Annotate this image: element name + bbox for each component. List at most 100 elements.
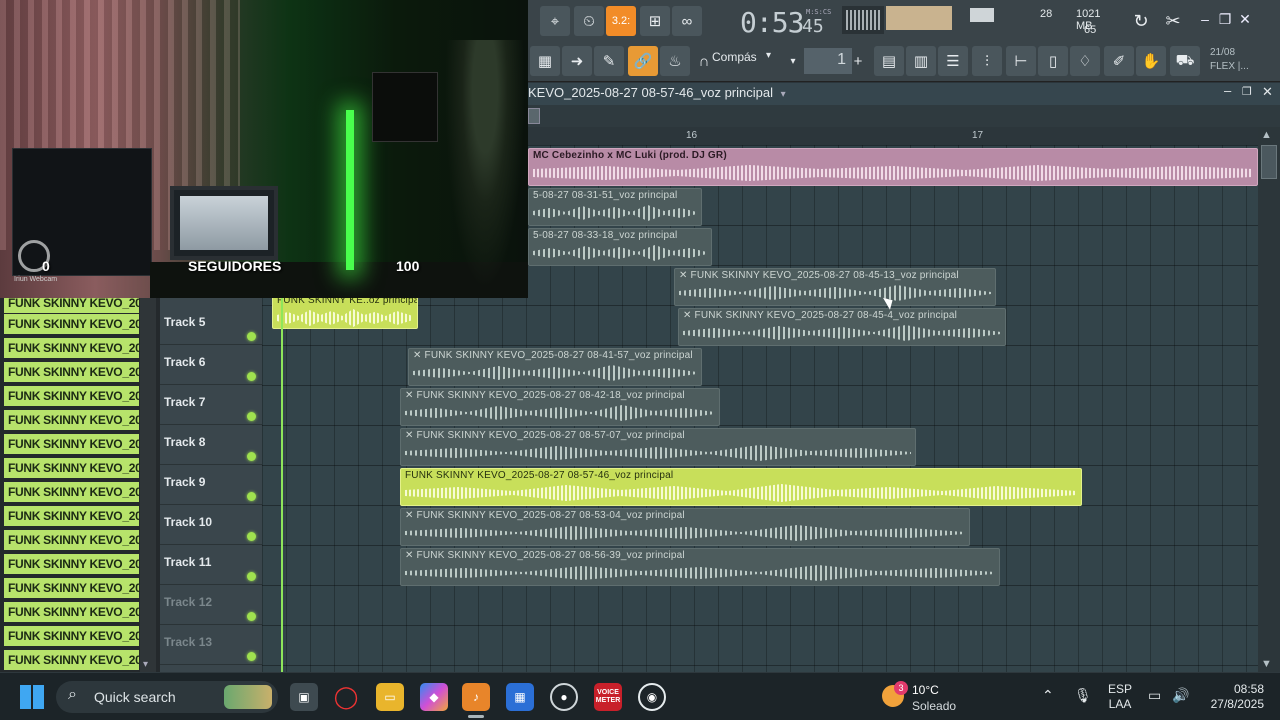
horizontal-scrollbar[interactable] <box>528 105 1280 127</box>
piano-roll-icon[interactable]: ▦ <box>530 46 560 76</box>
audio-clip[interactable]: 5-08-27 08-31-51_voz principal <box>528 188 702 226</box>
faders-icon[interactable]: ⫶ <box>972 46 1002 76</box>
tempo-button[interactable]: 3.2: <box>606 6 636 36</box>
master-volume-meter[interactable] <box>886 6 952 30</box>
webcam-app-icon[interactable]: ◉ <box>638 683 666 711</box>
track-mute-led[interactable] <box>247 532 256 541</box>
audio-clip[interactable]: FUNK SKINNY KEVO_2025-08-27 08-57-46_voz… <box>400 468 1082 506</box>
news-date[interactable]: 21/08 FLEX |... <box>1210 46 1249 74</box>
playlist-restore-button[interactable]: ❐ <box>1242 85 1252 98</box>
song-time-display[interactable]: 0:53 M:S:CS 45 <box>740 4 831 39</box>
track-mute-led[interactable] <box>247 452 256 461</box>
chevron-down-icon[interactable]: ▼ <box>1261 658 1272 670</box>
brush-icon[interactable]: ✐ <box>1104 46 1134 76</box>
audio-clip[interactable]: FUNK SKINNY KE..oz principal <box>272 293 418 329</box>
track-header[interactable]: Track 10 <box>160 505 262 545</box>
track-mute-led[interactable] <box>247 612 256 621</box>
track-mute-led[interactable] <box>247 372 256 381</box>
clock[interactable]: 08:58 27/8/2025 <box>1204 682 1264 712</box>
horizontal-scroll-thumb[interactable] <box>528 108 540 124</box>
restore-button[interactable]: ❐ <box>1216 10 1234 28</box>
channel-rack-icon[interactable]: ▥ <box>906 46 936 76</box>
tree-icon[interactable]: ⊢ <box>1006 46 1036 76</box>
wait-record-icon[interactable]: ⏲ <box>574 6 604 36</box>
document-icon[interactable]: ▯ <box>1038 46 1068 76</box>
track-header[interactable]: Track 12 <box>160 585 262 625</box>
stamp-icon[interactable]: ♨ <box>660 46 690 76</box>
link-icon[interactable]: 🔗 <box>628 46 658 76</box>
track-mute-led[interactable] <box>247 652 256 661</box>
track-header[interactable]: Track 6 <box>160 345 262 385</box>
track-mute-led[interactable] <box>247 572 256 581</box>
track-header[interactable]: Track 8 <box>160 425 262 465</box>
browser-item[interactable]: FUNK SKINNY KEVO_2025... <box>4 458 139 478</box>
playlist-icon[interactable]: ▤ <box>874 46 904 76</box>
track-header[interactable]: Track 11 <box>160 545 262 585</box>
volume-icon[interactable]: 🔊 <box>1172 687 1189 704</box>
draw-tool-icon[interactable]: ✎ <box>594 46 624 76</box>
tools-icon[interactable]: ✂ <box>1158 6 1188 36</box>
browser-item[interactable]: FUNK SKINNY KEVO_2025... <box>4 482 139 502</box>
chevron-down-icon[interactable]: ▾ <box>781 89 786 100</box>
audio-clip[interactable]: ✕ FUNK SKINNY KEVO_2025-08-27 08-56-39_v… <box>400 548 1000 586</box>
browser-item[interactable]: FUNK SKINNY KEVO_2025... <box>4 650 139 670</box>
metronome-icon[interactable]: ⌖ <box>540 6 570 36</box>
file-explorer-icon[interactable]: ▭ <box>376 683 404 711</box>
microsoft-store-icon[interactable]: ▦ <box>506 683 534 711</box>
browser-item[interactable]: FUNK SKINNY KEVO_2025... <box>4 410 139 430</box>
track-header[interactable]: Track 9 <box>160 465 262 505</box>
pattern-selector[interactable]: 1 <box>804 48 852 74</box>
browser-item[interactable]: FUNK SKINNY KEVO_2025... <box>4 362 139 382</box>
browser-item[interactable]: FUNK SKINNY KEVO_2025... <box>4 530 139 550</box>
taskbar-search[interactable]: ⌕ Quick search <box>56 681 278 713</box>
arrow-right-icon[interactable]: ➜ <box>562 46 592 76</box>
playlist-title-bar[interactable]: KEVO_2025-08-27 08-57-46_voz principal ▾… <box>528 83 1280 105</box>
track-mute-led[interactable] <box>247 492 256 501</box>
browser-item[interactable]: FUNK SKINNY KEVO_2025... <box>4 338 139 358</box>
browser-item[interactable]: FUNK SKINNY KEVO_2025... <box>4 314 139 334</box>
audio-clip[interactable]: ✕ FUNK SKINNY KEVO_2025-08-27 08-57-07_v… <box>400 428 916 466</box>
language-indicator[interactable]: ESP LAA <box>1108 682 1132 712</box>
snap-select[interactable]: Compás ▾ <box>712 50 780 72</box>
plugin-icon[interactable]: ♢ <box>1070 46 1100 76</box>
minimize-button[interactable]: – <box>1196 10 1214 28</box>
track-mute-led[interactable] <box>247 332 256 341</box>
step-edit-icon[interactable]: ⊞ <box>640 6 670 36</box>
audio-clip[interactable]: ✕ FUNK SKINNY KEVO_2025-08-27 08-45-4_vo… <box>678 308 1006 346</box>
obs-icon[interactable]: ● <box>550 683 578 711</box>
track-header[interactable]: Track 13 <box>160 625 262 665</box>
browser-scrollbar[interactable]: ▾ <box>140 298 156 672</box>
copilot-icon[interactable]: ◆ <box>420 683 448 711</box>
network-icon[interactable]: ▭ <box>1148 687 1161 704</box>
playlist-minimize-button[interactable]: – <box>1224 83 1231 98</box>
weather-widget[interactable]: 3 10°C Soleado <box>880 679 970 717</box>
browser-item[interactable]: FUNK SKINNY KEVO_2025... <box>4 386 139 406</box>
pattern-add-button[interactable]: + <box>850 46 866 76</box>
audio-clip[interactable]: ✕ FUNK SKINNY KEVO_2025-08-27 08-42-18_v… <box>400 388 720 426</box>
microphone-icon[interactable]: 🎙 <box>1074 687 1092 704</box>
windows-start-icon[interactable] <box>20 685 44 709</box>
task-view-icon[interactable]: ▣ <box>290 683 318 711</box>
browser-item[interactable]: FUNK SKINNY KEVO_2025... <box>4 506 139 526</box>
browser-item[interactable]: FUNK SKINNY KEVO_2025... <box>4 554 139 574</box>
audio-clip[interactable]: MC Cebezinho x MC Luki (prod. DJ GR) <box>528 148 1258 186</box>
audio-clip[interactable]: ✕ FUNK SKINNY KEVO_2025-08-27 08-41-57_v… <box>408 348 702 386</box>
undo-icon[interactable]: ↻ <box>1126 6 1156 36</box>
browser-item[interactable]: FUNK SKINNY KEVO_2025... <box>4 578 139 598</box>
vertical-scroll-thumb[interactable] <box>1261 145 1277 179</box>
playlist-close-button[interactable]: ✕ <box>1262 84 1273 100</box>
chevron-down-icon[interactable]: ▾ <box>143 659 148 670</box>
cart-icon[interactable]: ⛟ <box>1170 46 1200 76</box>
audio-clip[interactable]: ✕ FUNK SKINNY KEVO_2025-08-27 08-45-13_v… <box>674 268 996 306</box>
track-header[interactable]: Track 5 <box>160 305 262 345</box>
chevron-up-icon[interactable]: ▲ <box>1261 129 1272 141</box>
pattern-prev-icon[interactable]: ▾ <box>786 46 800 76</box>
track-header[interactable]: Track 7 <box>160 385 262 425</box>
browser-item[interactable]: FUNK SKINNY KEVO_2025... <box>4 434 139 454</box>
mixer-icon[interactable]: ☰ <box>938 46 968 76</box>
audio-clip[interactable]: ✕ FUNK SKINNY KEVO_2025-08-27 08-53-04_v… <box>400 508 970 546</box>
voicemeeter-icon[interactable]: VOICE METER <box>594 683 622 711</box>
vertical-scrollbar[interactable]: ▲ ▼ <box>1258 127 1280 672</box>
magnet-icon[interactable]: ∩ <box>696 46 712 76</box>
loop-record-icon[interactable]: ∞ <box>672 6 702 36</box>
